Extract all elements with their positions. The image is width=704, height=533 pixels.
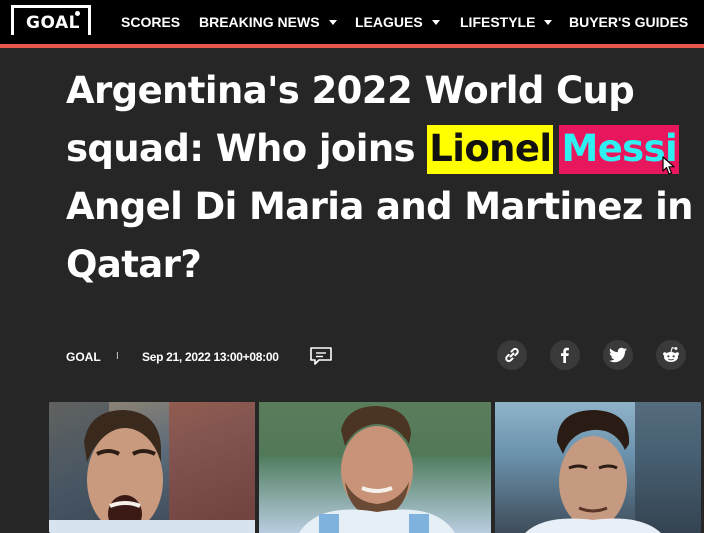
- nav-item-label: SCORES: [121, 14, 181, 30]
- reddit-icon: [663, 346, 679, 362]
- nav-item-label: LEAGUES: [355, 14, 423, 30]
- twitter-icon: [608, 347, 627, 363]
- nav-item-breaking-news[interactable]: BREAKING NEWS: [199, 0, 337, 44]
- chevron-down-icon: [431, 19, 440, 25]
- player-photo-messi: [259, 402, 491, 533]
- chevron-down-icon: [544, 19, 553, 25]
- chevron-down-icon: [328, 19, 337, 25]
- byline-separator: I: [116, 351, 119, 362]
- nav-item-label: LIFESTYLE: [460, 14, 536, 30]
- nav-item-scores[interactable]: SCORES: [121, 0, 180, 44]
- link-icon: [505, 347, 519, 363]
- article-title: Argentina's 2022 World Cup squad: Who jo…: [66, 62, 696, 294]
- nav-item-label: BUYER'S GUIDES: [569, 14, 689, 30]
- nav-item-leagues[interactable]: LEAGUES: [355, 0, 440, 44]
- share-link-button[interactable]: [497, 340, 527, 370]
- share-facebook-button[interactable]: [550, 340, 580, 370]
- logo-text: GOAL: [26, 13, 80, 33]
- mouse-cursor-icon: [662, 156, 675, 175]
- nav-item-label: BREAKING NEWS: [199, 14, 320, 30]
- nav-item-buyers-guides[interactable]: BUYER'S GUIDES: [569, 0, 688, 44]
- nav-accent-line: [0, 44, 704, 48]
- article-author[interactable]: GOAL: [66, 350, 101, 364]
- comment-icon[interactable]: [309, 346, 333, 366]
- article-hero-image: [49, 402, 701, 533]
- player-photo-martinez: [495, 402, 701, 533]
- player-photo-di-maria: [49, 402, 255, 533]
- logo-dot: [75, 11, 80, 16]
- facebook-icon: [561, 347, 569, 363]
- goal-logo[interactable]: GOAL: [11, 5, 91, 35]
- top-navigation-bar: GOAL SCORES BREAKING NEWS LEAGUES LIFEST…: [0, 0, 704, 44]
- article-date: Sep 21, 2022 13:00+08:00: [142, 350, 279, 364]
- nav-item-lifestyle[interactable]: LIFESTYLE: [460, 0, 553, 44]
- share-twitter-button[interactable]: [603, 340, 633, 370]
- share-reddit-button[interactable]: [656, 340, 686, 370]
- highlighted-word-lionel[interactable]: Lionel: [427, 125, 554, 174]
- title-text-end: Angel Di Maria and Martinez in Qatar?: [66, 185, 694, 286]
